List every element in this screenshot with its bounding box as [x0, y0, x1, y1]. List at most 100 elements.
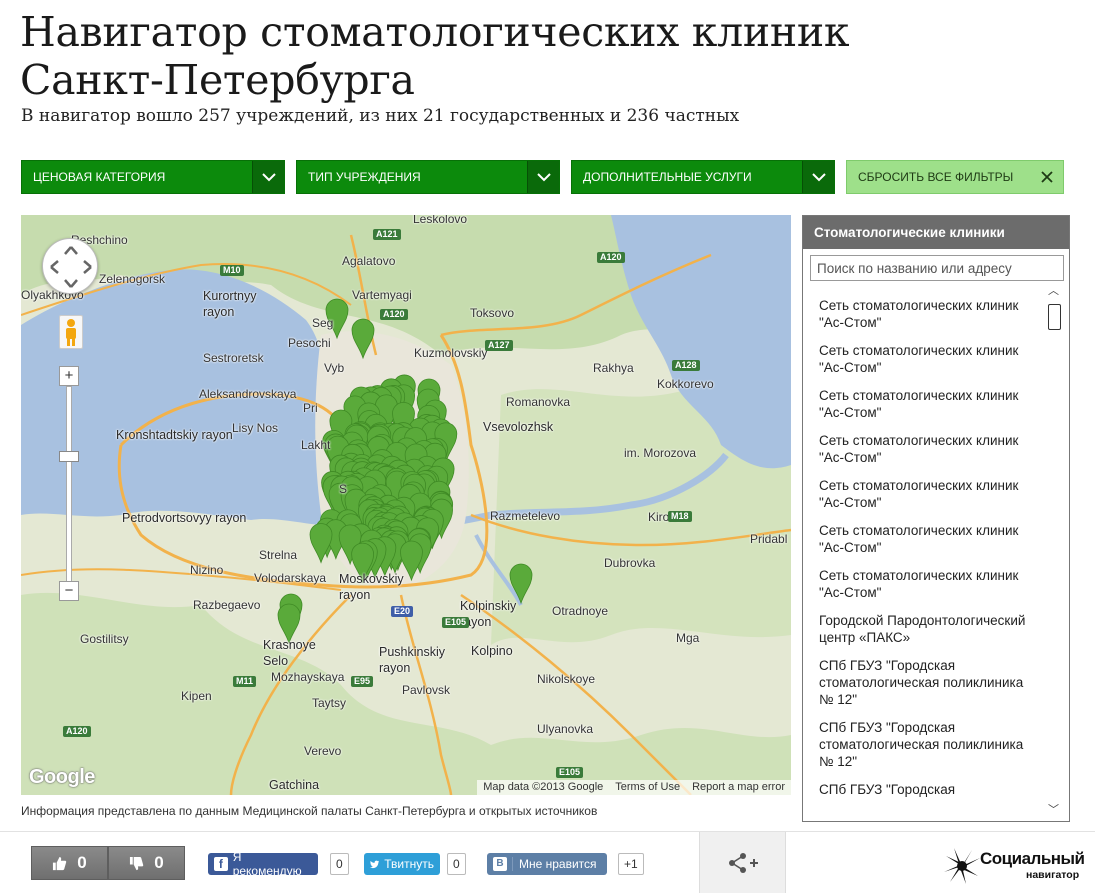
clinic-list-item[interactable]: Городской Пародонтологический центр «ПАК…	[819, 612, 1029, 646]
map-label: Verevo	[304, 744, 342, 758]
map-label: Volodarskaya	[254, 571, 327, 585]
map-label: Lisy Nos	[232, 421, 279, 435]
clinic-list-item[interactable]: Сеть стоматологических клиник "Ас-Стом"	[819, 297, 1029, 331]
clinic-list-item[interactable]: СПб ГБУЗ "Городская стоматологическая по…	[819, 657, 1029, 708]
map-label: Pavlovsk	[402, 683, 451, 697]
source-caption: Информация представлена по данным Медици…	[21, 804, 598, 818]
road-shield: A120	[63, 726, 91, 737]
road-shield: A121	[373, 229, 401, 240]
map-label: Petrodvortsovyy rayon	[122, 511, 247, 525]
brand-subtitle: навигатор	[1026, 869, 1080, 881]
chevron-down-icon[interactable]: ﹀	[1048, 801, 1059, 817]
chevron-down-icon[interactable]	[252, 161, 284, 193]
close-icon[interactable]	[1031, 161, 1063, 193]
twitter-tweet-button[interactable]: Твитнуть	[364, 853, 440, 875]
road-shield: E105	[556, 767, 584, 778]
map-label: Pushkinskiy rayon	[379, 645, 445, 675]
map-label: Aleksandrovskaya	[199, 387, 297, 401]
map-label: Sestroretsk	[203, 351, 264, 365]
zoom-slider-handle[interactable]	[59, 451, 79, 462]
map-label: Pridabl	[750, 532, 788, 546]
clinic-search-input[interactable]	[810, 255, 1064, 281]
map-label: Moskovskiy rayon	[339, 572, 404, 602]
map-label: Leskolovo	[413, 215, 468, 226]
vk-count: +1	[618, 853, 644, 875]
filter-label: ТИП УЧРЕЖДЕНИЯ	[308, 170, 421, 184]
chevron-up-icon[interactable]: ︿	[1048, 282, 1059, 298]
filter-additional-services[interactable]: ДОПОЛНИТЕЛЬНЫЕ УСЛУГИ	[571, 160, 835, 194]
map-label: Kuzmolovskiy	[414, 346, 488, 360]
page-title: Навигатор стоматологических клиник Санкт…	[20, 8, 850, 104]
road-shield: A128	[672, 360, 700, 371]
filter-institution-type[interactable]: ТИП УЧРЕЖДЕНИЯ	[296, 160, 560, 194]
map-label: Agalatovo	[342, 254, 396, 268]
road-shield: E20	[391, 606, 414, 617]
road-shield: A120	[380, 309, 408, 320]
map-label: Kronshtadtskiy rayon	[116, 428, 233, 442]
map-attribution: Map data ©2013 Google Terms of Use Repor…	[477, 780, 791, 795]
filter-label: ДОПОЛНИТЕЛЬНЫЕ УСЛУГИ	[583, 170, 752, 184]
facebook-label: Я рекомендую	[232, 850, 302, 878]
map-label: Otradnoye	[552, 604, 609, 618]
brand-name: Социальный	[980, 849, 1085, 868]
clinic-list-item[interactable]: СПб ГБУЗ "Городская	[819, 781, 1029, 798]
road-shield: A127	[485, 340, 513, 351]
map-label: Zelenogorsk	[99, 272, 166, 286]
map-label: Lakht	[301, 438, 331, 452]
twitter-bird-icon	[370, 860, 380, 868]
map-label: Vyb	[324, 361, 345, 375]
brand-burst-icon	[944, 848, 980, 884]
zoom-slider-track[interactable]	[66, 386, 72, 586]
map-label: Krasnoye Selo	[263, 638, 316, 668]
clinic-list-item[interactable]: Сеть стоматологических клиник "Ас-Стом"	[819, 522, 1029, 556]
zoom-in-button[interactable]: +	[59, 366, 79, 386]
filter-price-category[interactable]: ЦЕНОВАЯ КАТЕГОРИЯ	[21, 160, 285, 194]
clinic-list-item[interactable]: Сеть стоматологических клиник "Ас-Стом"	[819, 567, 1029, 601]
map-label: Kurortnyy rayon	[203, 289, 257, 319]
terms-of-use-link[interactable]: Terms of Use	[615, 781, 680, 794]
twitter-count: 0	[447, 853, 466, 875]
map-label: Vartemyagi	[352, 288, 412, 302]
street-view-pegman-icon[interactable]	[59, 315, 83, 349]
map-pan-control[interactable]	[42, 238, 98, 294]
map-label: Mozhayskaya	[271, 670, 345, 684]
like-count: 0	[77, 853, 87, 872]
map-label: Kokkorevo	[657, 377, 714, 391]
thumbs-up-icon	[53, 856, 67, 870]
map-label: Seg	[312, 316, 334, 330]
road-shield: M11	[233, 676, 257, 687]
clinic-list-item[interactable]: СПб ГБУЗ "Городская стоматологическая по…	[819, 719, 1029, 770]
road-shield: M18	[668, 511, 692, 522]
clinic-list-item[interactable]: Сеть стоматологических клиник "Ас-Стом"	[819, 342, 1029, 376]
zoom-out-button[interactable]: −	[59, 581, 79, 601]
map-label: Strelna	[259, 548, 298, 562]
like-button[interactable]: 0	[31, 846, 108, 880]
share-icon	[728, 853, 758, 873]
chevron-down-icon[interactable]	[802, 161, 834, 193]
scrollbar-thumb[interactable]	[1048, 304, 1061, 330]
reset-filters-button[interactable]: СБРОСИТЬ ВСЕ ФИЛЬТРЫ	[846, 160, 1064, 194]
map-label: Taytsy	[312, 696, 347, 710]
dislike-button[interactable]: 0	[108, 846, 185, 880]
clinic-list-item[interactable]: Сеть стоматологических клиник "Ас-Стом"	[819, 387, 1029, 421]
social-navigator-logo: Социальный навигатор	[942, 846, 1085, 886]
map[interactable]: Leskolovo Agalatovo Vartemyagi Toksovo K…	[21, 215, 791, 795]
road-shield: M10	[220, 265, 244, 276]
map-base	[21, 215, 791, 795]
report-map-error-link[interactable]: Report a map error	[692, 781, 785, 794]
map-label: Pesochi	[288, 336, 331, 350]
page-subtitle: В навигатор вошло 257 учреждений, из них…	[21, 106, 740, 126]
facebook-recommend-button[interactable]: f Я рекомендую	[208, 850, 318, 878]
twitter-label: Твитнуть	[384, 857, 434, 871]
clinic-list-item[interactable]: Сеть стоматологических клиник "Ас-Стом"	[819, 432, 1029, 466]
vk-like-button[interactable]: В Мне нравится	[487, 853, 607, 875]
chevron-down-icon[interactable]	[527, 161, 559, 193]
map-label: Gatchina	[269, 778, 320, 792]
clinic-list-item[interactable]: Сеть стоматологических клиник "Ас-Стом"	[819, 477, 1029, 511]
map-label: Mga	[676, 631, 700, 645]
filter-label: СБРОСИТЬ ВСЕ ФИЛЬТРЫ	[858, 170, 1014, 184]
map-label: im. Morozova	[624, 446, 697, 460]
road-shield: E95	[351, 676, 374, 687]
share-button[interactable]	[699, 832, 786, 893]
clinic-panel: Стоматологические клиники ︿ Сеть стомато…	[802, 215, 1070, 822]
